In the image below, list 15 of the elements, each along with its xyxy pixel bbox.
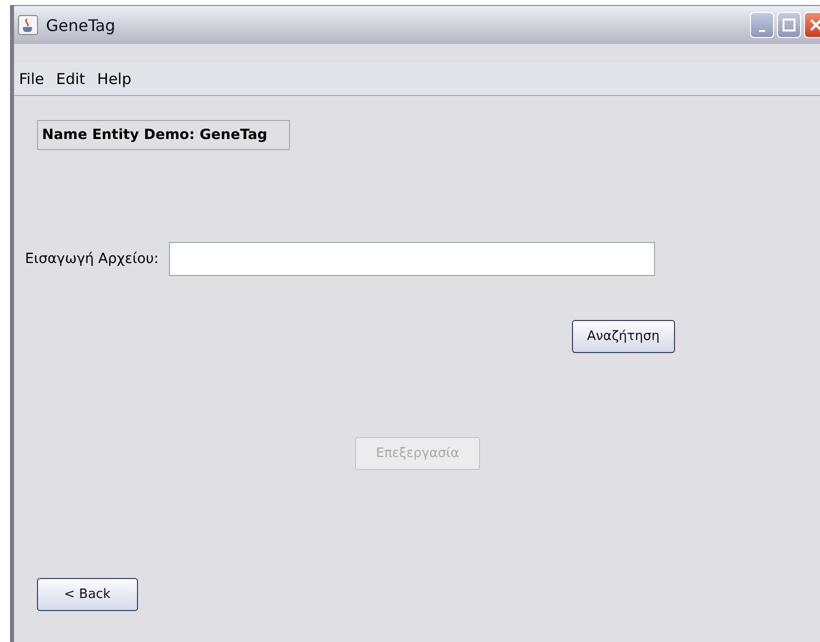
minimize-icon [759, 30, 765, 32]
file-input-field[interactable] [168, 242, 655, 276]
maximize-button[interactable] [777, 12, 801, 38]
menu-item[interactable]: Edit [56, 70, 86, 88]
cup-icon [18, 15, 38, 35]
back-button[interactable]: < Back [37, 578, 138, 611]
menu-item[interactable]: Help [97, 70, 132, 88]
minimize-button[interactable] [750, 12, 774, 38]
heading-label: Name Entity Demo: GeneTag [37, 120, 290, 150]
close-icon [809, 18, 820, 32]
maximize-icon [782, 18, 796, 32]
window-title: GeneTag [46, 16, 116, 34]
search-button[interactable]: Αναζήτηση [572, 320, 675, 353]
field-label: Εισαγωγή Αρχείου: [25, 251, 159, 267]
menu-item[interactable]: File [19, 70, 44, 88]
